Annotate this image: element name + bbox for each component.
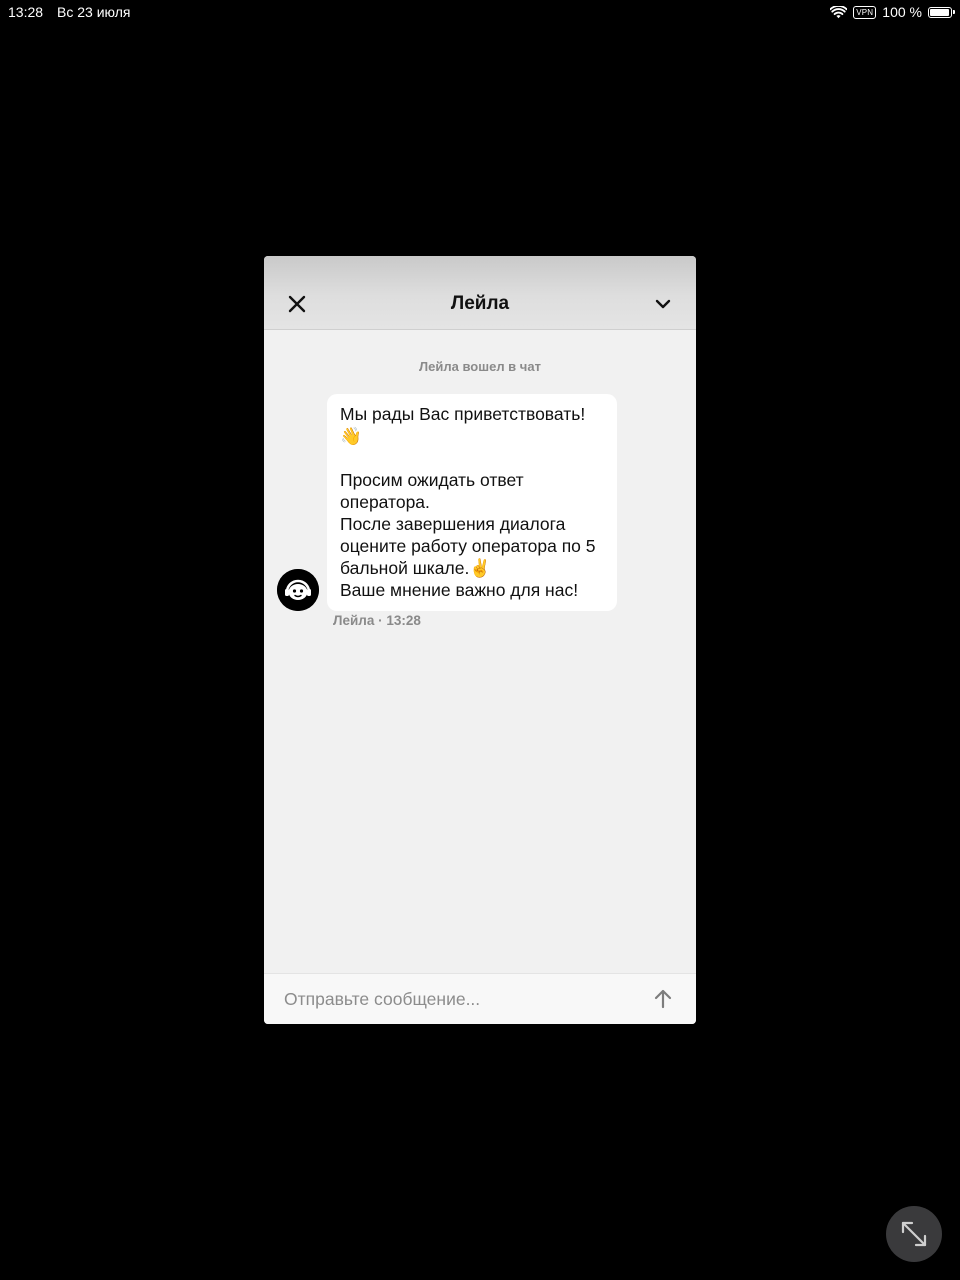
chat-header: Лейла (264, 256, 696, 330)
expand-button[interactable] (886, 1206, 942, 1262)
operator-avatar-icon (277, 569, 319, 611)
message-bubble: Мы рады Вас приветствовать! 👋 Просим ожи… (327, 394, 617, 611)
expand-arrows-icon (901, 1221, 927, 1247)
chevron-down-icon (655, 299, 671, 309)
battery-percent: 100 % (882, 4, 922, 20)
status-date: Вс 23 июля (57, 4, 131, 20)
system-message: Лейла вошел в чат (419, 359, 541, 374)
status-bar: 13:28 Вс 23 июля VPN 100 % (0, 0, 960, 24)
collapse-button[interactable] (650, 291, 676, 317)
battery-icon (928, 6, 955, 18)
chat-title: Лейла (450, 293, 510, 314)
message-meta: Лейла · 13:28 (333, 613, 421, 628)
send-button[interactable] (650, 986, 676, 1012)
operator-avatar (277, 569, 319, 611)
vpn-badge: VPN (853, 5, 877, 19)
battery-level (930, 8, 949, 16)
status-indicators: VPN 100 % (830, 4, 955, 20)
status-time: 13:28 (8, 4, 44, 20)
message-input[interactable] (264, 974, 624, 1024)
message-composer (264, 973, 696, 1024)
arrow-up-icon (654, 989, 672, 1009)
chat-widget: Лейла Лейла вошел в чат Мы рады Вас прив… (264, 256, 696, 1024)
wifi-icon (830, 5, 848, 18)
